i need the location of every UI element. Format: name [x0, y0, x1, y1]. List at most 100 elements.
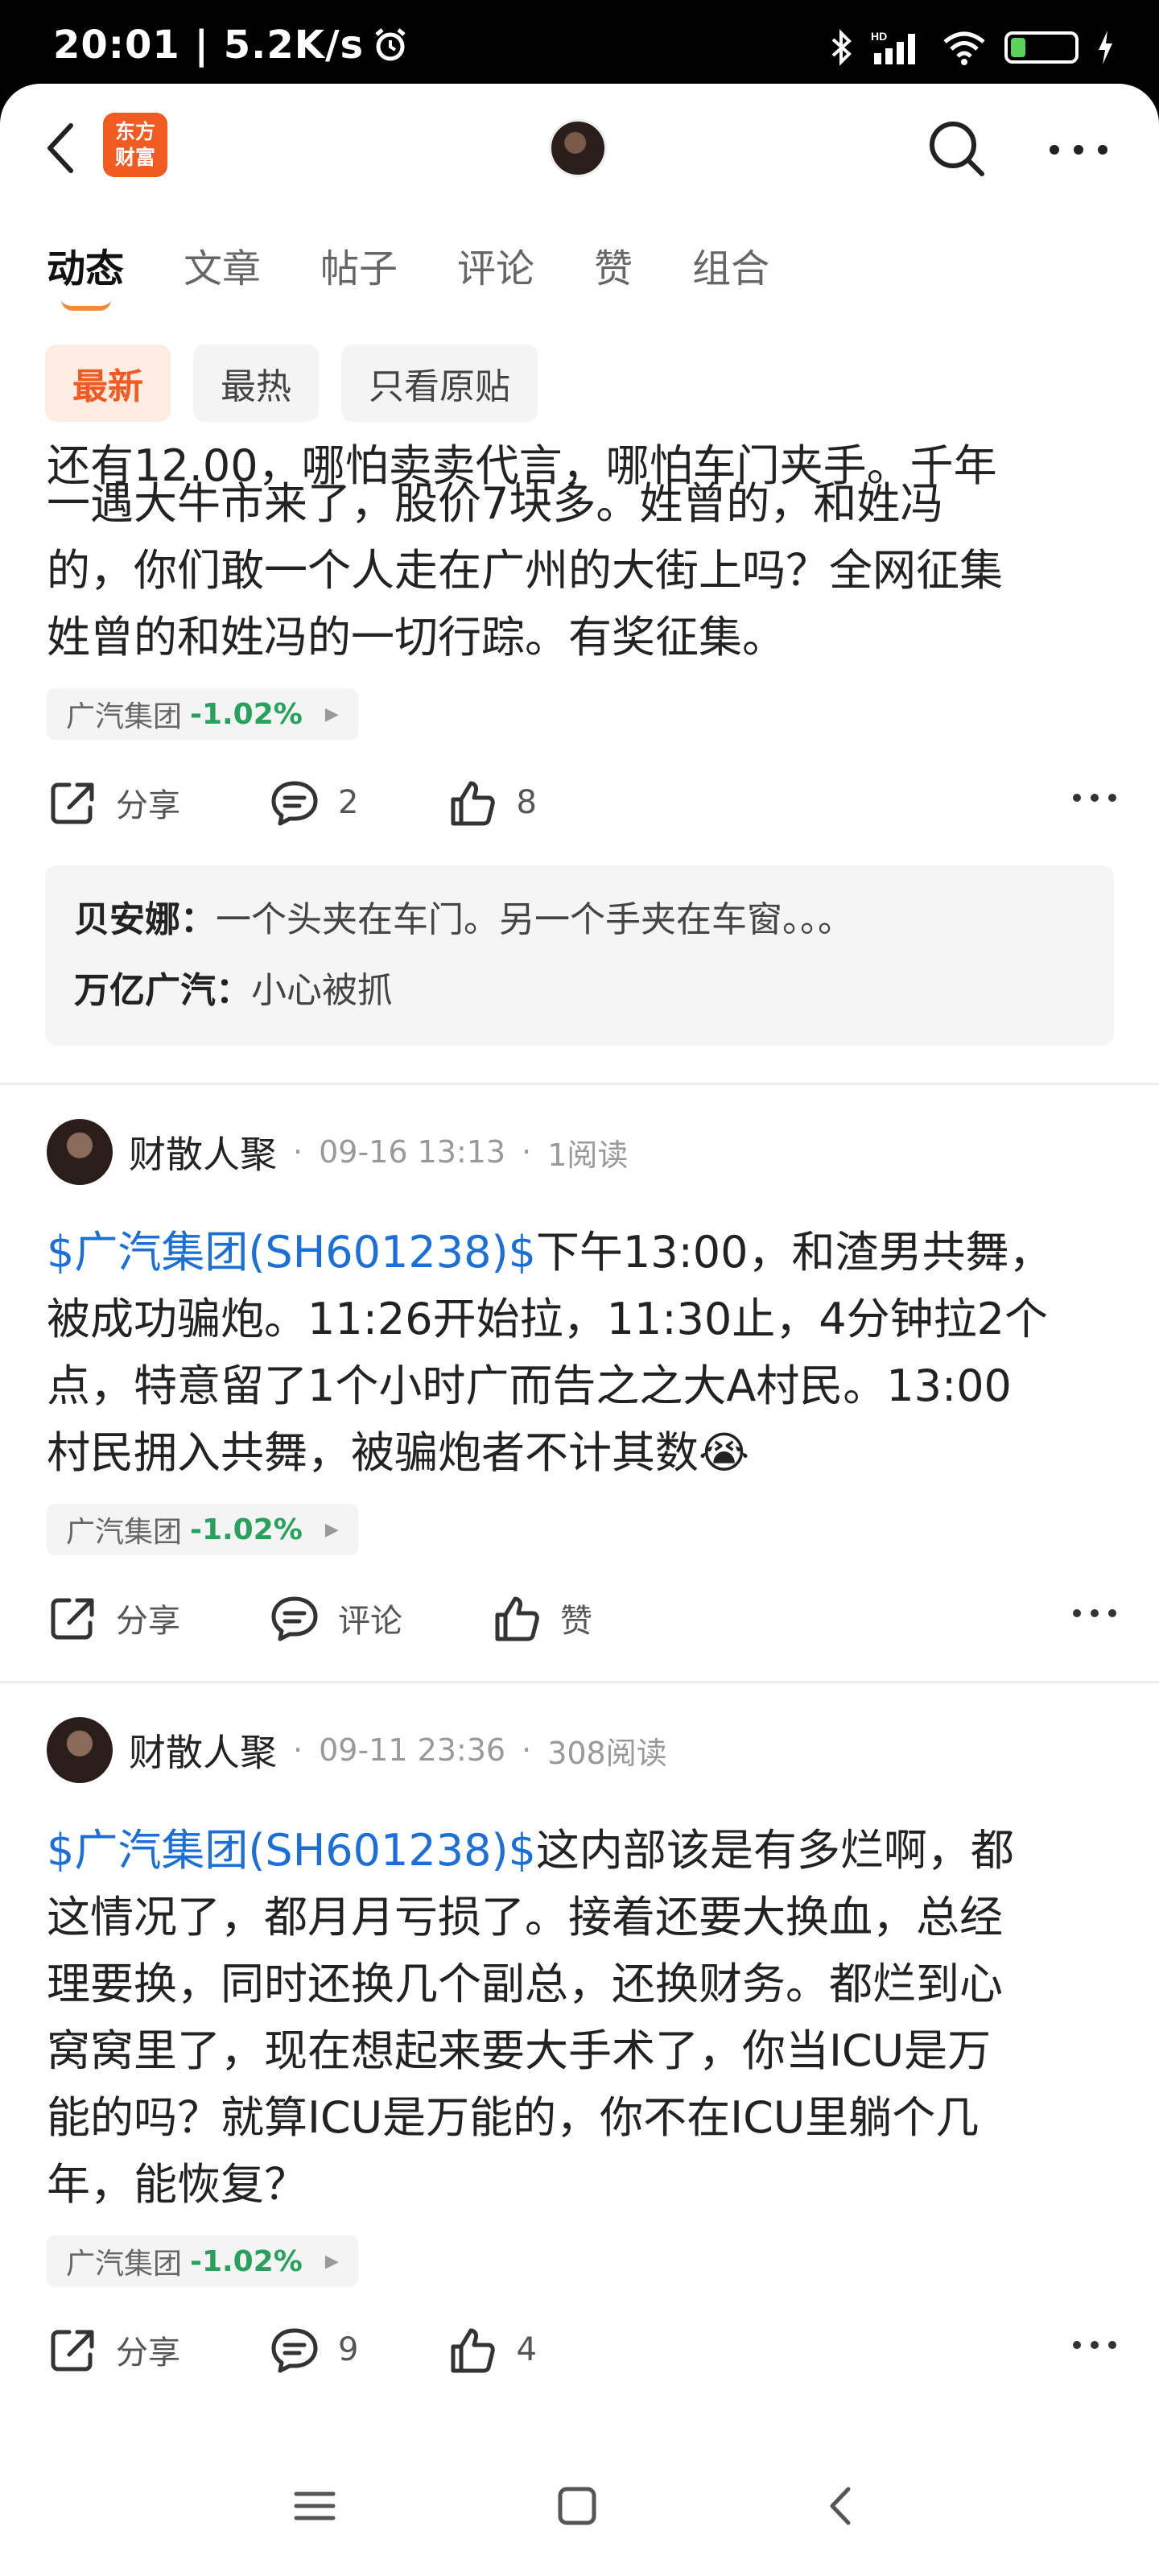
tab-dynamics[interactable]: 动态 [47, 237, 124, 317]
meta-separator: · [293, 1134, 303, 1170]
tab-comments[interactable]: 评论 [457, 237, 534, 317]
share-icon [51, 782, 94, 824]
comment-text: 一个头夹在车门。另一个手夹在车窗。。。 [216, 899, 853, 940]
like-button[interactable]: 4 [447, 2324, 537, 2376]
stock-name: 广汽集团 [66, 700, 183, 733]
comment-count: 9 [338, 2331, 359, 2368]
triangle-right-icon: ▶ [324, 704, 339, 724]
share-button[interactable]: 分享 [47, 2324, 180, 2376]
post-header: 财散人聚 · 09-16 13:13 · 1阅读 [0, 1085, 1159, 1219]
more-options-icon[interactable] [1072, 2339, 1117, 2351]
alarm-icon [375, 28, 406, 61]
feed: 还有12.00，哪怕卖卖代言，哪怕车门夹手。千年 一遇大牛市来了，股价7块多。姓… [0, 433, 1159, 2520]
more-options-icon[interactable] [1072, 1607, 1117, 1620]
tab-label: 动态 [47, 246, 125, 291]
post-text-line: 窝窝里了，现在想起来要大手术了，你当ICU是万 [47, 2025, 992, 2076]
comment-icon [271, 2328, 318, 2373]
tab-likes[interactable]: 赞 [594, 237, 633, 317]
filter-original-only[interactable]: 只看原贴 [341, 345, 538, 422]
stock-tag[interactable]: 广汽集团 -1.02% ▶ [47, 1504, 358, 1555]
stock-change: -1.02% [190, 1513, 303, 1546]
home-icon[interactable] [549, 2478, 605, 2534]
avatar[interactable] [47, 1717, 113, 1783]
like-label: 赞 [560, 1603, 592, 1640]
share-label: 分享 [116, 787, 180, 824]
post-text: 一遇大牛市来了，股价7块多。姓曾的，和姓冯 的，你们敢一个人走在广州的大街上吗？… [0, 470, 1159, 671]
comment-author[interactable]: 万亿广汽： [74, 970, 251, 1011]
status-left: 20:01 | 5.2K/s [53, 23, 409, 68]
thumbs-up-icon [495, 1596, 539, 1641]
menu-icon[interactable] [287, 2478, 343, 2534]
tab-posts[interactable]: 帖子 [320, 237, 398, 317]
battery-icon: 21 [1004, 31, 1079, 64]
user-avatar[interactable] [549, 119, 607, 177]
bluetooth-icon [831, 29, 852, 66]
more-options-icon[interactable] [1072, 791, 1117, 804]
divider [0, 1083, 1159, 1085]
share-button[interactable]: 分享 [47, 777, 180, 828]
filter-hottest[interactable]: 最热 [193, 345, 319, 422]
share-label: 分享 [116, 1603, 180, 1640]
avatar[interactable] [47, 1119, 113, 1185]
post-text-line: 姓曾的和姓冯的一切行踪。有奖征集。 [47, 612, 786, 663]
tab-underline [61, 299, 111, 311]
post-text-line: 村民拥入共舞，被骗炮者不计其数😭 [47, 1427, 750, 1478]
signal-icon: HD [871, 30, 915, 64]
stock-cashtag-link[interactable]: $广汽集团(SH601238)$ [47, 1227, 536, 1278]
system-navigation-bar [0, 2436, 1159, 2576]
comment-preview[interactable]: 贝安娜：一个头夹在车门。另一个手夹在车窗。。。 万亿广汽：小心被抓 [45, 865, 1114, 1046]
filter-latest[interactable]: 最新 [45, 345, 171, 422]
post-time: 09-11 23:36 [319, 1732, 506, 1768]
charging-icon [1099, 31, 1112, 64]
author-name[interactable]: 财散人聚 [129, 1724, 277, 1777]
stock-tag[interactable]: 广汽集团 -1.02% ▶ [47, 2235, 358, 2287]
meta-separator: · [522, 1732, 532, 1768]
stock-change: -1.02% [190, 2244, 303, 2278]
more-icon[interactable] [1046, 140, 1111, 159]
post[interactable]: 财散人聚 · 09-11 23:36 · 308阅读 $广汽集团(SH60123… [0, 1683, 1159, 2477]
post[interactable]: 财散人聚 · 09-16 13:13 · 1阅读 $广汽集团(SH601238)… [0, 1085, 1159, 1683]
search-icon[interactable] [924, 116, 988, 180]
tab-portfolio[interactable]: 组合 [692, 237, 769, 317]
status-bar: 20:01 | 5.2K/s HD 21 [0, 0, 1159, 84]
post-text: $广汽集团(SH601238)$下午13:00，和渣男共舞， 被成功骗炮。11:… [0, 1219, 1159, 1486]
post-text-line: 点，特意留了1个小时广而告之之大A村民。13:00 [47, 1360, 1012, 1411]
share-button[interactable]: 分享 [47, 1592, 180, 1644]
post-text-line: $广汽集团(SH601238)$这内部该是有多烂啊，都 [47, 1817, 1112, 1884]
post-actions: 分享 评论 赞 [0, 1555, 1159, 1681]
status-time-speed: 20:01 | 5.2K/s [53, 23, 365, 68]
back-icon[interactable] [37, 116, 85, 180]
comment-text: 小心被抓 [251, 970, 393, 1011]
filter-chips: 最新 最热 只看原贴 [45, 345, 538, 422]
comment-button[interactable]: 9 [269, 2324, 358, 2376]
comment-item: 万亿广汽：小心被抓 [74, 956, 1085, 1026]
like-button[interactable]: 8 [447, 777, 537, 828]
like-count: 4 [516, 2331, 537, 2368]
author-name[interactable]: 财散人聚 [129, 1125, 277, 1179]
post-header: 财散人聚 · 09-11 23:36 · 308阅读 [0, 1683, 1159, 1817]
comment-author[interactable]: 贝安娜： [74, 899, 216, 940]
svg-text:HD: HD [871, 30, 887, 43]
wifi-icon [943, 31, 985, 65]
stock-name: 广汽集团 [66, 1516, 183, 1549]
meta-separator: · [522, 1134, 532, 1170]
comment-button[interactable]: 2 [269, 777, 358, 828]
profile-tabs: 动态 文章 帖子 评论 赞 组合 [47, 237, 769, 317]
thumbs-up-icon [451, 2328, 496, 2373]
comment-icon [271, 781, 318, 826]
like-button[interactable]: 赞 [491, 1592, 592, 1644]
back-nav-icon[interactable] [813, 2478, 869, 2534]
post-text-cut-line: 还有12.00，哪怕卖卖代言，哪怕车门夹手。千年 [47, 440, 997, 491]
tab-articles[interactable]: 文章 [184, 237, 261, 317]
comment-button[interactable]: 评论 [269, 1592, 402, 1644]
read-count: 1阅读 [547, 1137, 629, 1173]
post-text-line: 被成功骗炮。11:26开始拉，11:30止，4分钟拉2个 [47, 1294, 1048, 1344]
stock-cashtag-link[interactable]: $广汽集团(SH601238)$ [47, 1825, 536, 1876]
share-icon [51, 1598, 94, 1640]
share-label: 分享 [116, 2334, 180, 2372]
post[interactable]: 还有12.00，哪怕卖卖代言，哪怕车门夹手。千年 一遇大牛市来了，股价7块多。姓… [0, 440, 1159, 1085]
app-logo: 东方 财富 [103, 113, 167, 177]
post-time: 09-16 13:13 [319, 1134, 506, 1170]
post-text-line: $广汽集团(SH601238)$下午13:00，和渣男共舞， [47, 1219, 1112, 1286]
stock-tag[interactable]: 广汽集团 -1.02% ▶ [47, 688, 358, 740]
